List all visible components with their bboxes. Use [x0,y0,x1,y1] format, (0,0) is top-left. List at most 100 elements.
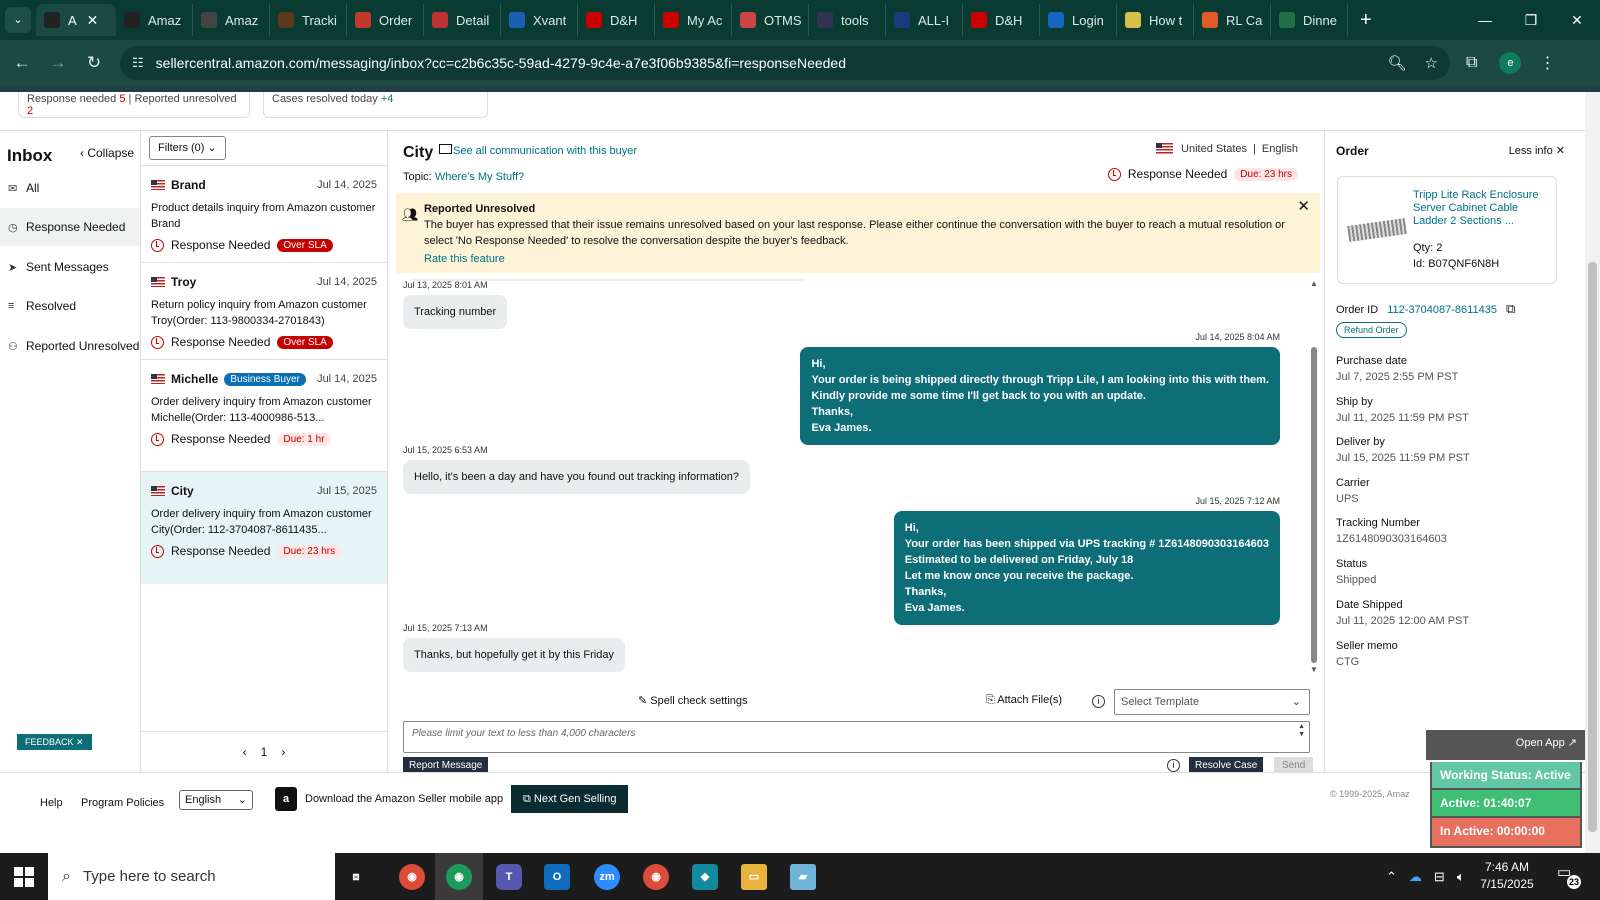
zoom-app-icon[interactable]: zm [594,864,620,890]
order-field: Date Shipped Jul 11, 2025 12:00 AM PST [1336,597,1469,629]
windows-start-icon[interactable] [14,867,34,887]
language-select[interactable]: English ⌄ [179,790,253,810]
prev-page-button[interactable]: ‹ [243,745,247,759]
browser-tab[interactable]: Xvant [501,4,578,36]
page-scrollbar[interactable] [1585,92,1600,853]
app-icon[interactable]: ▰ [790,864,816,890]
select-template-dropdown[interactable]: Select Template ⌄ [1114,689,1310,715]
copy-icon[interactable]: ⧉ [1506,301,1515,316]
browser-tab[interactable]: Amaz [116,4,193,36]
teams-icon[interactable]: T [496,864,522,890]
program-policies-link[interactable]: Program Policies [81,797,164,809]
browser-tab[interactable]: tools [809,4,886,36]
message-line: Hi, [904,522,919,534]
sidebar-item-all[interactable]: ✉ All [0,169,140,207]
close-icon[interactable]: ✕ [1297,199,1310,215]
feedback-button[interactable]: FEEDBACK ✕ [17,734,92,750]
sidebar-item-reported-unresolved[interactable]: ⚇ Reported Unresolved [0,327,140,365]
browser-tab[interactable]: How t [1117,4,1194,36]
sidebar-item-resolved[interactable]: ≡ Resolved [0,287,140,325]
thread-scroll-thumb[interactable] [1311,347,1317,663]
browser-menu-icon[interactable]: ⋮ [1539,53,1555,73]
next-page-button[interactable]: › [281,745,285,759]
help-link[interactable]: Help [40,797,63,809]
site-settings-icon[interactable]: ☷ [132,55,144,71]
chrome-icon[interactable]: ◉ [643,864,669,890]
topic-link[interactable]: Where's My Stuff? [435,171,524,183]
browser-tab[interactable]: Detail [424,4,501,36]
sidebar-item-response-needed[interactable]: ◷ Response Needed [0,208,140,246]
browser-tab[interactable]: OTMS [732,4,809,36]
info-icon[interactable]: i [1092,695,1105,708]
extensions-icon[interactable]: ⧉ [1466,54,1477,72]
bookmark-star-icon[interactable]: ☆ [1425,54,1438,72]
onedrive-icon[interactable]: ☁ [1409,869,1422,885]
network-icon[interactable]: ⊟ [1434,869,1445,885]
zoom-icon[interactable]: 🔍︎ [1388,54,1407,72]
browser-tab[interactable]: Order [347,4,424,36]
conversation-item[interactable]: City Jul 15, 2025 Order delivery inquiry… [141,471,387,584]
volume-icon[interactable]: 🔈︎ [1457,869,1465,885]
page-scroll-thumb[interactable] [1588,262,1597,832]
outlook-icon[interactable]: O [544,864,570,890]
conversation-item[interactable]: Michelle Business Buyer Jul 14, 2025 Ord… [141,359,387,471]
scroll-up-icon[interactable]: ▲ [1310,279,1318,288]
product-name-link[interactable]: Tripp Lite Rack Enclosure Server Cabinet… [1413,189,1553,228]
browser-tab[interactable]: D&H [578,4,655,36]
chrome-icon[interactable]: ◉ [399,864,425,890]
next-gen-selling-button[interactable]: ⧉ Next Gen Selling [511,785,629,813]
mobile-app-link[interactable]: a Download the Amazon Seller mobile app [275,787,503,811]
notifications-icon[interactable]: ▭ 23 [1557,863,1581,889]
see-all-communication-link[interactable]: See all communication with this buyer [453,145,637,157]
filters-dropdown[interactable]: Filters (0) ⌄ [149,136,226,160]
close-tab-icon[interactable]: ✕ [87,12,99,29]
refund-order-button[interactable]: Refund Order [1336,322,1407,338]
chevron-up-icon[interactable]: ⌃ [1386,869,1397,885]
order-id-link[interactable]: 112-3704087-8611435 [1387,304,1497,316]
conversation-date: Jul 14, 2025 [317,179,377,191]
minimize-button[interactable]: — [1462,12,1508,29]
browser-tab[interactable]: A ✕ [36,4,116,36]
browser-tab[interactable]: D&H [963,4,1040,36]
browser-tab[interactable]: Login [1040,4,1117,36]
scroll-down-icon[interactable]: ▼ [1310,665,1318,674]
profile-avatar[interactable]: e [1499,52,1522,74]
back-arrow-icon[interactable]: ← [4,53,40,73]
sidebar-item-sent-messages[interactable]: ➤ Sent Messages [0,248,140,286]
buyer-name: Michelle [171,372,219,386]
browser-tab[interactable]: My Ac [655,4,732,36]
conversation-item[interactable]: Troy Jul 14, 2025 Return policy inquiry … [141,262,387,359]
reload-icon[interactable]: ↻ [76,53,112,73]
chrome-icon[interactable]: ◉ [446,864,472,890]
info-icon[interactable]: i [1167,759,1180,772]
task-view-icon[interactable]: ⧈ [346,864,366,890]
browser-tab[interactable]: Dinne [1271,4,1348,36]
new-tab-button[interactable]: + [1348,9,1384,32]
paperclip-icon: ⎘ [986,694,995,706]
less-info-button[interactable]: Less info ✕ [1509,144,1565,157]
file-explorer-icon[interactable]: ▭ [741,864,767,890]
open-app-button[interactable]: Open App ↗ [1426,730,1585,760]
app-icon[interactable]: ◆ [692,864,718,890]
conversation-item[interactable]: Brand Jul 14, 2025 Product details inqui… [141,165,387,262]
attach-files-button[interactable]: ⎘ Attach File(s) [986,694,1062,707]
thread-scrollbar[interactable]: ▲ ▼ [1310,279,1318,677]
rate-feature-link[interactable]: Rate this feature [424,251,1320,267]
forward-arrow-icon[interactable]: → [40,53,76,73]
textarea-spinner[interactable]: ▲ ▼ [1298,723,1305,739]
buyer-language: English [1261,143,1298,155]
collapse-button[interactable]: ‹ Collapse [80,146,134,160]
taskbar-clock[interactable]: 7:46 AM 7/15/2025 [1472,859,1542,893]
close-window-button[interactable]: ✕ [1554,12,1600,29]
spell-check-button[interactable]: ✎ Spell check settings [638,694,748,707]
address-bar[interactable]: ☷ sellercentral.amazon.com/messaging/inb… [120,46,1450,80]
browser-tab[interactable]: RL Ca [1194,4,1271,36]
taskbar-search[interactable]: ⌕ Type here to search [48,853,335,900]
message-textarea[interactable]: Please limit your text to less than 4,00… [403,721,1310,753]
tab-search-button[interactable]: ⌄ [0,0,36,40]
restore-button[interactable]: ❐ [1508,12,1554,29]
conversation-status: Response Needed Due: 23 hrs [151,544,377,558]
browser-tab[interactable]: Amaz [193,4,270,36]
browser-tab[interactable]: ALL-I [886,4,963,36]
browser-tab[interactable]: Tracki [270,4,347,36]
